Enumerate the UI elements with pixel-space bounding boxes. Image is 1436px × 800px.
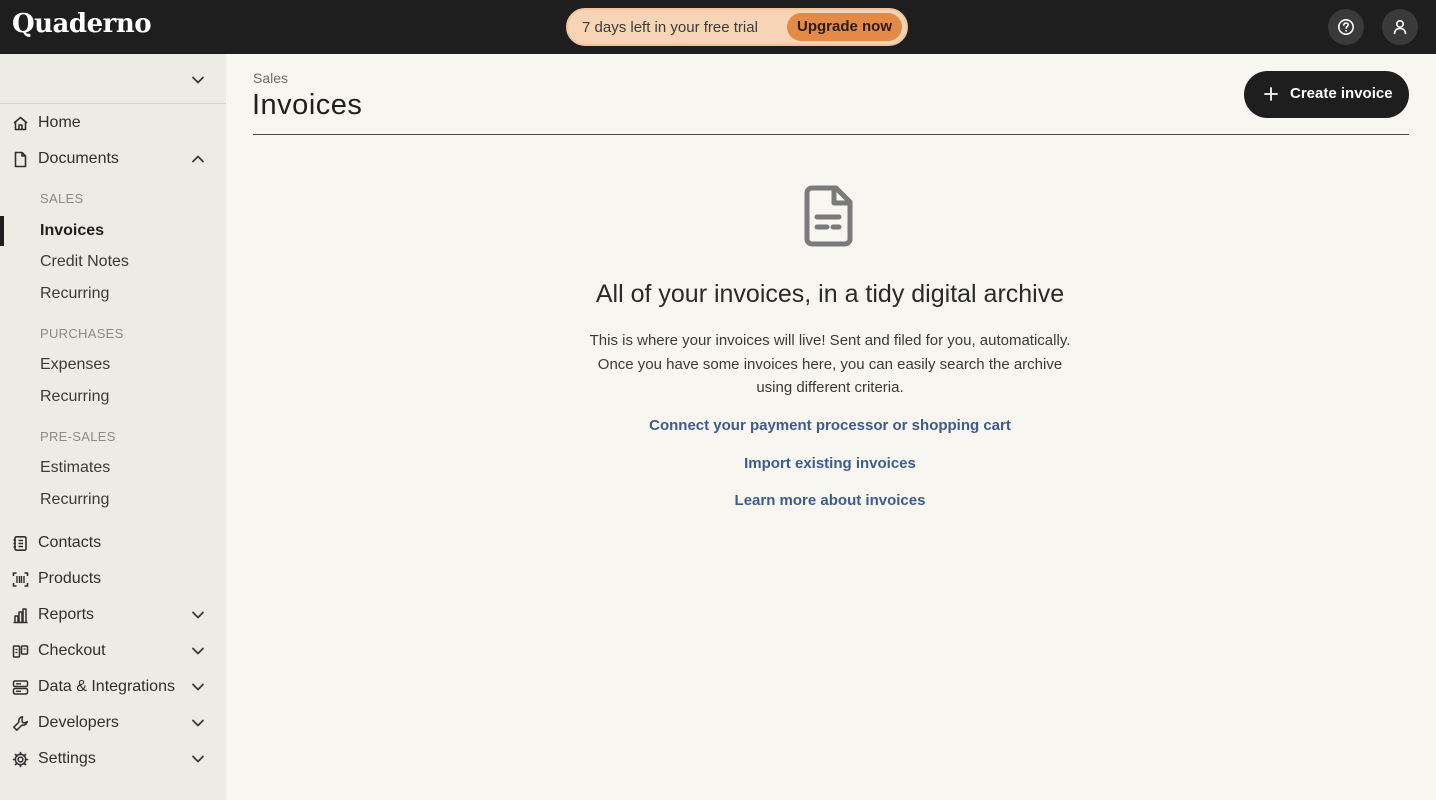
description-line: Once you have some invoices here, you ca… [597,355,1063,373]
sidebar-item-reports[interactable]: Reports [0,599,226,631]
sidebar-item-label: Settings [38,750,96,767]
help-icon [1338,19,1354,35]
sidebar-item-label: Checkout [38,642,106,659]
document-icon [14,151,27,168]
description-line: using different criteria. [756,379,904,396]
sidebar-item-label: Expenses [40,356,111,373]
sidebar-item-presales-recurring[interactable]: Recurring [0,485,226,515]
sidebar-item-home[interactable]: Home [0,107,226,139]
bar-chart-icon [13,608,28,624]
section-label-sales: SALES [40,191,84,206]
sidebar-item-label: Estimates [40,459,111,476]
chevron-down-icon [192,755,204,763]
wrench-icon [13,716,28,731]
trial-banner: 7 days left in your free trial Upgrade n… [566,8,908,46]
user-icon [1393,19,1407,35]
top-bar: Quaderno 7 days left in your free trial … [0,0,1436,54]
upgrade-button[interactable]: Upgrade now [786,13,902,41]
checkout-icon [12,645,29,658]
gear-icon [12,751,29,768]
page-title: Invoices [252,89,363,121]
connect-processor-link[interactable]: Connect your payment processor or shoppi… [530,417,1130,434]
sidebar-item-label: Credit Notes [40,253,129,270]
invoice-document-icon [804,185,853,247]
sidebar-item-label: Home [38,114,81,131]
organization-selector[interactable] [0,54,226,104]
sidebar-item-data-integrations[interactable]: Data & Integrations [0,671,226,703]
chevron-down-icon [192,719,204,727]
chevron-down-icon [192,611,204,619]
contacts-icon [13,535,27,551]
sidebar-item-purchases-recurring[interactable]: Recurring [0,382,226,412]
sidebar-item-label: Invoices [40,222,105,239]
sidebar-item-label: Products [38,570,102,587]
sidebar-item-label: Data & Integrations [38,678,175,695]
sidebar-item-label: Recurring [40,285,110,302]
sidebar-item-credit-notes[interactable]: Credit Notes [0,247,226,277]
products-icon [12,572,29,587]
create-invoice-button[interactable]: Create invoice [1244,71,1409,118]
sidebar-item-sales-recurring[interactable]: Recurring [0,279,226,309]
sidebar-item-label: Recurring [40,491,110,508]
help-button[interactable] [1328,9,1364,45]
create-invoice-label: Create invoice [1290,85,1393,102]
chevron-up-icon [192,155,204,163]
sidebar-item-checkout[interactable]: Checkout [0,635,226,667]
sidebar-item-developers[interactable]: Developers [0,707,226,739]
sidebar-item-contacts[interactable]: Contacts [0,527,226,559]
plus-icon [1264,87,1278,101]
sidebar-item-estimates[interactable]: Estimates [0,453,226,483]
sidebar-item-label: Contacts [38,534,102,551]
sidebar-item-label: Reports [38,606,95,623]
import-invoices-link[interactable]: Import existing invoices [530,455,1130,472]
sidebar-item-settings[interactable]: Settings [0,743,226,775]
header-divider [253,134,1409,135]
app-logo[interactable]: Quaderno [12,9,152,39]
empty-state-description: This is where your invoices will live! S… [530,329,1130,400]
chevron-down-icon [192,76,204,84]
trial-text: 7 days left in your free trial [582,19,758,36]
breadcrumb[interactable]: Sales [253,70,288,86]
sidebar-item-products[interactable]: Products [0,563,226,595]
home-icon [13,116,28,131]
account-button[interactable] [1382,9,1418,45]
sidebar: Home Documents SALES Invoices Credit Not… [0,54,226,800]
sidebar-item-documents[interactable]: Documents [0,143,226,175]
chevron-down-icon [192,683,204,691]
database-icon [12,680,29,695]
sidebar-item-invoices[interactable]: Invoices [0,216,226,246]
learn-more-link[interactable]: Learn more about invoices [530,492,1130,509]
section-label-presales: PRE-SALES [40,429,116,444]
active-indicator [0,216,4,246]
sidebar-item-label: Documents [38,150,119,167]
sidebar-item-expenses[interactable]: Expenses [0,350,226,380]
section-label-purchases: PURCHASES [40,326,124,341]
chevron-down-icon [192,647,204,655]
sidebar-item-label: Recurring [40,388,110,405]
sidebar-item-label: Developers [38,714,119,731]
description-line: This is where your invoices will live! S… [589,332,1071,349]
empty-state-title: All of your invoices, in a tidy digital … [595,280,1065,308]
